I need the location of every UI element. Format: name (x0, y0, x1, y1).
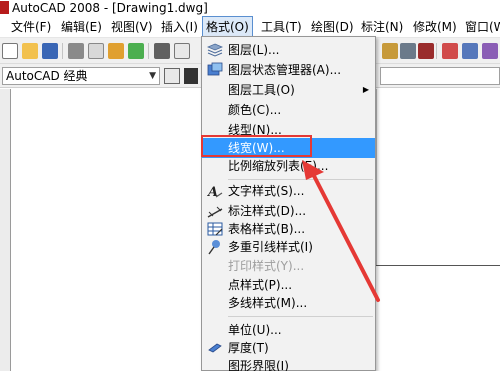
annotation-arrow-icon (302, 160, 380, 302)
